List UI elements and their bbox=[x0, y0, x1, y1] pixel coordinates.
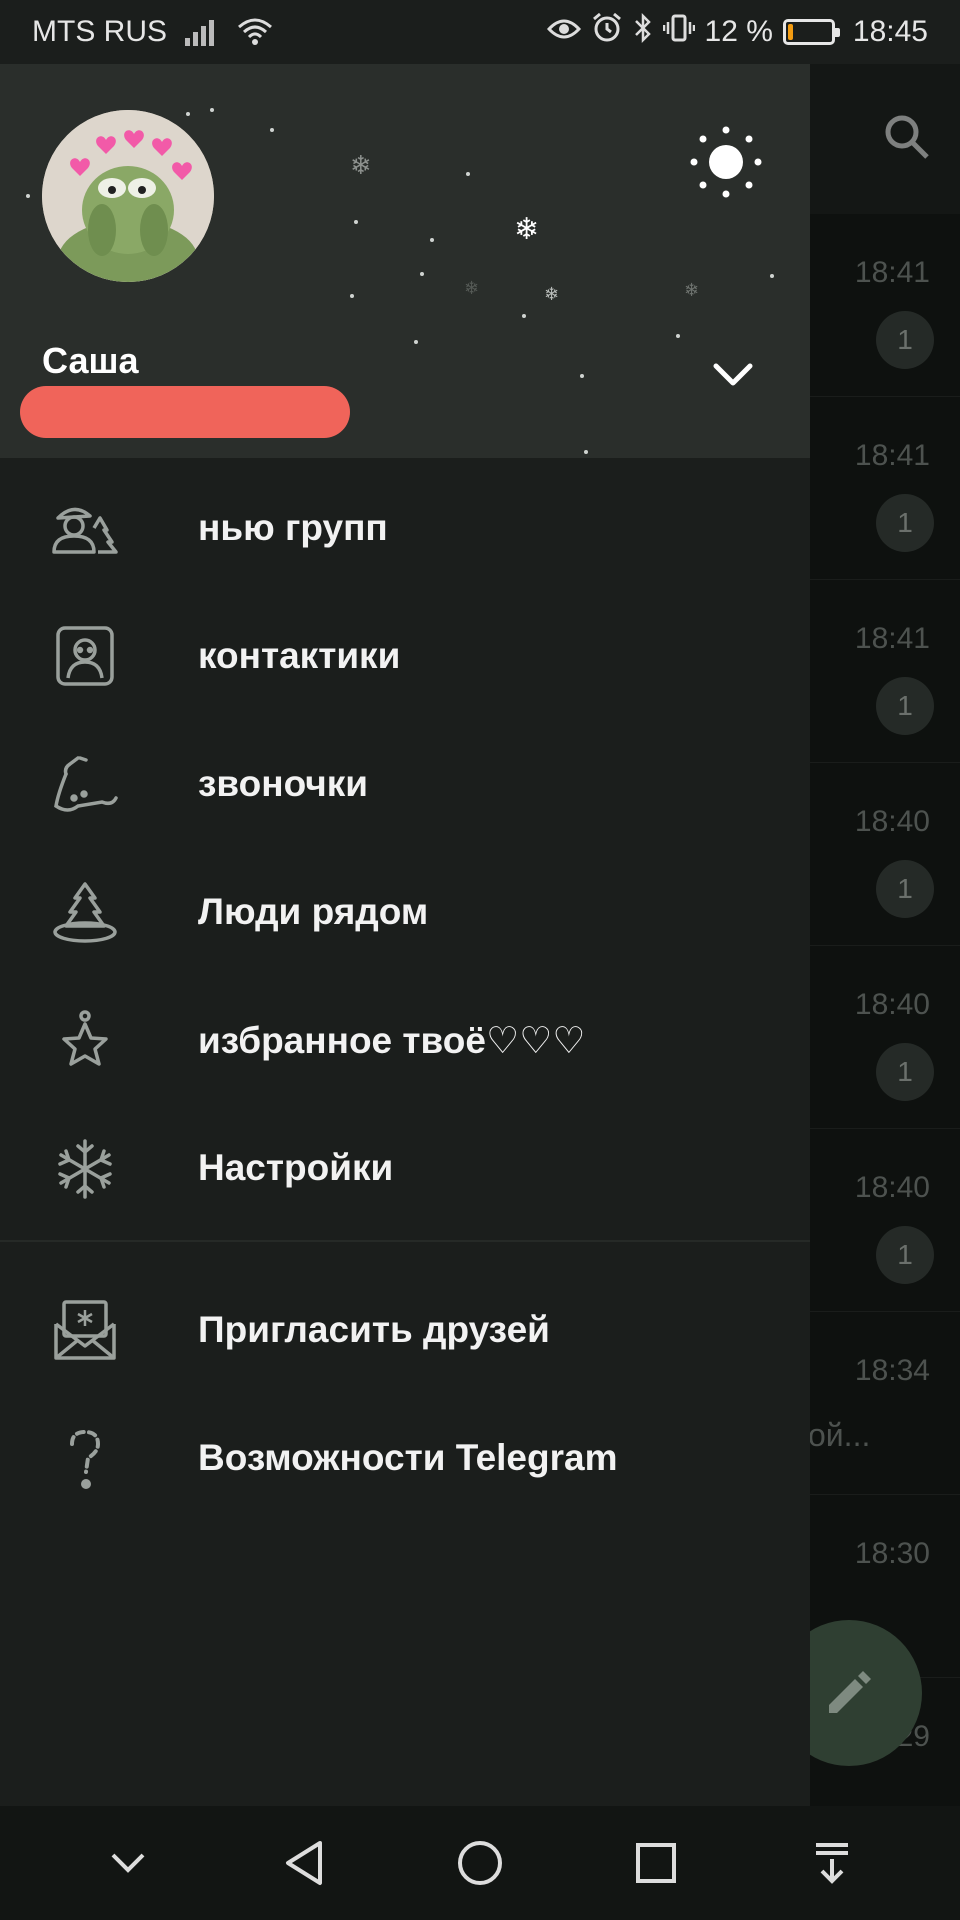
nav-home-button[interactable] bbox=[445, 1828, 515, 1898]
people-nearby-icon bbox=[50, 882, 120, 944]
snow-dot bbox=[580, 374, 584, 378]
menu-item-people-nearby[interactable]: Люди рядом bbox=[0, 848, 810, 976]
status-left: MTS RUS bbox=[32, 15, 273, 49]
chat-time: 18:40 bbox=[854, 1171, 930, 1204]
nav-notifications-button[interactable] bbox=[797, 1828, 867, 1898]
invite-friends-icon bbox=[50, 1300, 120, 1362]
snow-dot bbox=[414, 340, 418, 344]
recents-square-icon bbox=[636, 1843, 676, 1883]
snowflake-icon: ❄ bbox=[464, 278, 480, 298]
chat-time: 18:41 bbox=[854, 439, 930, 472]
carrier-name: MTS RUS bbox=[32, 15, 167, 48]
snowflake-icon: ❄ bbox=[544, 284, 560, 304]
chat-snippet: ой... bbox=[808, 1417, 871, 1453]
unread-badge: 1 bbox=[876, 494, 934, 552]
menu-label: Настройки bbox=[198, 1147, 394, 1188]
menu-item-contacts[interactable]: контактики bbox=[0, 592, 810, 720]
sun-icon bbox=[690, 126, 762, 198]
snow-dot bbox=[26, 194, 30, 198]
system-nav-bar bbox=[0, 1806, 960, 1920]
snow-dot bbox=[430, 238, 434, 242]
chat-time: 18:40 bbox=[854, 988, 930, 1021]
chat-time: 18:41 bbox=[854, 622, 930, 655]
signal-icon bbox=[185, 18, 219, 46]
snow-dot bbox=[522, 314, 526, 318]
chat-time: 18:41 bbox=[854, 256, 930, 289]
new-group-icon bbox=[50, 498, 120, 560]
kermit-avatar-image bbox=[42, 110, 214, 282]
navigation-drawer: ❄ ❄ ❄ ❄ ❄ Саша нью групп контактики звон… bbox=[0, 64, 810, 1806]
settings-snowflake-icon bbox=[50, 1138, 120, 1200]
snow-dot bbox=[350, 294, 354, 298]
chevron-down-icon bbox=[111, 1853, 145, 1873]
battery-fill bbox=[787, 24, 793, 40]
battery-icon bbox=[782, 19, 840, 45]
saved-star-icon bbox=[50, 1010, 120, 1072]
status-right: 12 % 18:45 bbox=[546, 12, 928, 52]
unread-badge: 1 bbox=[876, 1226, 934, 1284]
menu-item-invite-friends[interactable]: Пригласить друзей bbox=[0, 1266, 810, 1394]
redacted-phone-number bbox=[20, 386, 350, 438]
search-icon[interactable] bbox=[882, 112, 932, 167]
eye-icon bbox=[546, 15, 581, 49]
snow-dot bbox=[420, 272, 424, 276]
menu-label: Возможности Telegram bbox=[198, 1437, 618, 1478]
nav-collapse-button[interactable] bbox=[93, 1828, 163, 1898]
menu-label: звоночки bbox=[198, 763, 369, 804]
telegram-features-icon bbox=[50, 1428, 120, 1490]
snow-dot bbox=[354, 220, 358, 224]
menu-item-settings[interactable]: Настройки bbox=[0, 1104, 810, 1232]
wifi-icon bbox=[237, 17, 273, 47]
unread-badge: 1 bbox=[876, 311, 934, 369]
drawer-menu: нью групп контактики звоночки Люди рядом… bbox=[0, 458, 810, 1522]
pull-down-icon bbox=[816, 1843, 848, 1884]
menu-label: Люди рядом bbox=[198, 891, 429, 932]
menu-label: избранное твоё♡♡♡ bbox=[198, 1019, 586, 1061]
calls-icon bbox=[50, 754, 120, 816]
contacts-icon bbox=[50, 626, 120, 688]
snow-dot bbox=[466, 172, 470, 176]
vibrate-icon bbox=[662, 12, 695, 52]
menu-label: Пригласить друзей bbox=[198, 1309, 550, 1350]
chat-time: 18:34 bbox=[854, 1354, 930, 1387]
snowflake-icon: ❄ bbox=[684, 280, 700, 300]
snow-dot bbox=[270, 128, 274, 132]
chat-time: 18:40 bbox=[854, 805, 930, 838]
snow-dot bbox=[210, 108, 214, 112]
chevron-down-icon bbox=[713, 363, 753, 386]
home-circle-icon bbox=[458, 1841, 502, 1885]
menu-item-new-group[interactable]: нью групп bbox=[0, 464, 810, 592]
snow-dot bbox=[770, 274, 774, 278]
account-name: Саша bbox=[42, 340, 139, 381]
menu-divider bbox=[0, 1240, 810, 1242]
drawer-header: ❄ ❄ ❄ ❄ ❄ Саша bbox=[0, 64, 810, 458]
snow-dot bbox=[186, 112, 190, 116]
back-triangle-icon bbox=[286, 1841, 322, 1885]
nav-back-button[interactable] bbox=[269, 1828, 339, 1898]
menu-item-calls[interactable]: звоночки bbox=[0, 720, 810, 848]
alarm-icon bbox=[591, 12, 623, 52]
pencil-icon bbox=[829, 1671, 871, 1713]
bluetooth-icon bbox=[633, 12, 653, 52]
snowflake-icon: ❄ bbox=[514, 213, 540, 246]
status-bar: MTS RUS 12 % 18:45 bbox=[0, 0, 960, 64]
snow-dot bbox=[584, 450, 588, 454]
chat-time: 18:30 bbox=[854, 1537, 930, 1570]
theme-toggle-button[interactable] bbox=[688, 124, 764, 200]
menu-item-telegram-features[interactable]: Возможности Telegram bbox=[0, 1394, 810, 1522]
menu-label: контактики bbox=[198, 635, 401, 676]
account-switch-button[interactable] bbox=[712, 362, 754, 393]
unread-badge: 1 bbox=[876, 1043, 934, 1101]
snowflake-icon: ❄ bbox=[350, 150, 372, 180]
snow-dot bbox=[676, 334, 680, 338]
avatar[interactable] bbox=[42, 110, 214, 282]
nav-recents-button[interactable] bbox=[621, 1828, 691, 1898]
unread-badge: 1 bbox=[876, 860, 934, 918]
unread-badge: 1 bbox=[876, 677, 934, 735]
battery-percent: 12 % bbox=[704, 15, 773, 48]
menu-item-saved-messages[interactable]: избранное твоё♡♡♡ bbox=[0, 976, 810, 1104]
menu-label: нью групп bbox=[198, 507, 388, 548]
status-time: 18:45 bbox=[852, 15, 928, 48]
